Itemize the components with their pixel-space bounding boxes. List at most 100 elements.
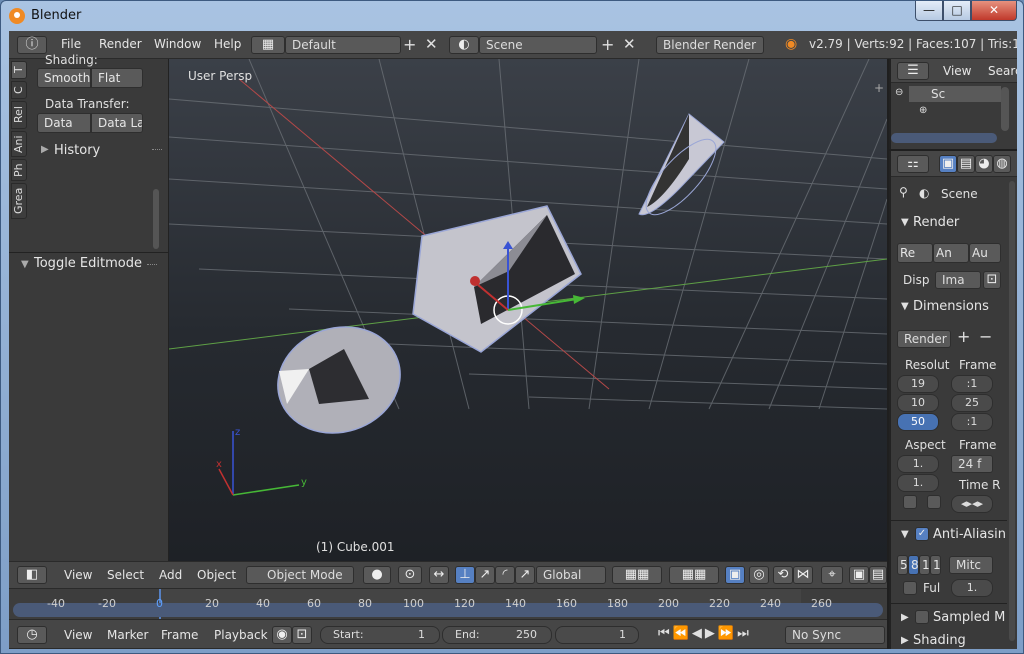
render-preset-select[interactable]: Render	[897, 330, 951, 348]
aa-filter-select[interactable]: Mitc	[949, 556, 993, 574]
aa-samples-8[interactable]: 8	[908, 555, 919, 575]
snap-icon[interactable]: ⟲	[773, 566, 793, 584]
menu-render[interactable]: Render	[99, 37, 142, 51]
editor-type-info-button[interactable]: ⓘ	[17, 36, 47, 54]
outliner-item-scene[interactable]: Sc	[909, 86, 1001, 102]
time-remap-fields[interactable]: ◂▸◂▸	[951, 495, 993, 513]
menu-object[interactable]: Object	[197, 568, 236, 582]
toggle-properties-icon[interactable]: +	[874, 81, 884, 95]
tab-create[interactable]: C	[11, 81, 27, 99]
aspect-y-field[interactable]: 1.	[897, 474, 939, 492]
menu-marker[interactable]: Marker	[107, 628, 148, 642]
scene-tab-icon[interactable]: ◕	[975, 155, 993, 173]
dimensions-panel-header[interactable]: Dimensions	[913, 299, 989, 314]
viewport-shading-icon[interactable]: ●	[363, 566, 391, 584]
tab-tools[interactable]: T	[11, 61, 27, 79]
sphere-object[interactable]	[264, 311, 414, 448]
outliner-menu-search[interactable]: Search	[988, 64, 1017, 78]
expand-icon[interactable]: ⊕	[919, 105, 927, 116]
snap-element-icon[interactable]: ⋈	[793, 566, 813, 584]
rotate-icon[interactable]: ↗	[475, 566, 495, 584]
sampled-motion-header[interactable]: Sampled M	[933, 610, 1005, 625]
layout-field[interactable]: Default	[285, 36, 401, 54]
aa-samples-11[interactable]: 1	[919, 555, 930, 575]
data-transfer-button[interactable]: Data	[37, 113, 91, 133]
outliner-hscrollbar[interactable]	[891, 133, 997, 143]
anti-aliasing-checkbox[interactable]: ✓	[915, 527, 929, 541]
sync-mode-select[interactable]: No Sync	[785, 626, 885, 644]
editor-type-outliner-button[interactable]: ☰	[897, 62, 929, 80]
animation-button[interactable]: An	[933, 243, 969, 263]
resolution-y-field[interactable]: 10	[897, 394, 939, 412]
outliner-menu-view[interactable]: View	[943, 64, 971, 78]
transform-icon[interactable]: ↗	[515, 566, 535, 584]
shading-panel-header[interactable]: Shading	[913, 633, 966, 648]
render-anim-icon[interactable]: ▤	[869, 566, 887, 584]
3d-viewport[interactable]: x y z User Persp (1) Cube.001 +	[169, 59, 887, 561]
end-frame-field[interactable]: End: 250	[442, 626, 552, 644]
start-frame-field[interactable]: Start: 1	[320, 626, 440, 644]
shading-panel-toggle-icon[interactable]: ▶	[901, 635, 909, 646]
menu-view[interactable]: View	[64, 568, 92, 582]
frame-start-field[interactable]: :1	[951, 375, 993, 393]
record-icon[interactable]: ◉	[272, 626, 292, 644]
outliner-scrollbar[interactable]	[1001, 87, 1009, 131]
screen-layout-icon[interactable]: ▦	[251, 36, 285, 54]
aa-samples-5[interactable]: 5	[897, 555, 908, 575]
aspect-x-field[interactable]: 1.	[897, 455, 939, 473]
editor-type-timeline-button[interactable]: ◷	[17, 626, 47, 644]
remove-layout-icon[interactable]: ✕	[425, 35, 438, 53]
panel-grip-icon[interactable]	[147, 264, 157, 266]
tab-physics[interactable]: Ph	[11, 159, 27, 181]
properties-scrollbar[interactable]	[1009, 181, 1015, 641]
dimensions-panel-toggle-icon[interactable]: ▼	[901, 301, 909, 312]
shade-flat-button[interactable]: Flat	[91, 68, 143, 88]
lock-camera-icon[interactable]: ▣	[725, 566, 745, 584]
render-button[interactable]: Re	[897, 243, 933, 263]
resolution-x-field[interactable]: 19	[897, 375, 939, 393]
close-button[interactable]: ✕	[971, 1, 1017, 21]
timeline-scrollbar[interactable]	[13, 603, 883, 617]
tab-relations[interactable]: Rel	[11, 101, 27, 129]
operator-expand-icon[interactable]: ▼	[21, 259, 29, 270]
snap-target-icon[interactable]: ⌖	[821, 566, 843, 584]
layers-grid-icon[interactable]: ▦▦	[669, 566, 719, 584]
menu-frame[interactable]: Frame	[161, 628, 198, 642]
audio-button[interactable]: Au	[969, 243, 1001, 263]
shade-smooth-button[interactable]: Smooth	[37, 68, 91, 88]
maximize-button[interactable]: □	[943, 1, 971, 21]
sampled-motion-checkbox[interactable]	[915, 610, 929, 624]
render-tab-icon[interactable]: ▣	[939, 155, 957, 173]
pivot-point-icon[interactable]: ⊙	[398, 566, 422, 584]
render-panel-header[interactable]: Render	[913, 215, 959, 230]
full-sample-checkbox[interactable]	[903, 581, 917, 595]
tab-animation[interactable]: Ani	[11, 131, 27, 157]
aa-panel-toggle-icon[interactable]: ▼	[901, 529, 909, 540]
last-operator-header[interactable]: Toggle Editmode	[34, 256, 142, 271]
scene-icon[interactable]: ◐	[449, 36, 479, 54]
cube-object[interactable]	[412, 205, 582, 353]
menu-playback[interactable]: Playback	[214, 628, 268, 642]
aa-samples-16[interactable]: 1	[930, 555, 941, 575]
border-checkbox[interactable]	[903, 495, 917, 509]
render-panel-toggle-icon[interactable]: ▼	[901, 217, 909, 228]
data-layout-button[interactable]: Data La	[91, 113, 143, 133]
menu-file[interactable]: File	[61, 37, 81, 51]
frame-step-field[interactable]: :1	[951, 413, 993, 431]
scale-icon[interactable]: ◜	[495, 566, 515, 584]
object-mode-select[interactable]: Object Mode	[246, 566, 354, 584]
timeline-area[interactable]: -40 -20 0 20 40 60 80 100 120 140 160 18…	[9, 589, 887, 619]
current-frame-field[interactable]: 1	[555, 626, 639, 644]
add-scene-icon[interactable]: +	[601, 35, 614, 54]
panel-grip-icon[interactable]	[152, 149, 162, 151]
anti-aliasing-header[interactable]: Anti-Aliasin	[933, 527, 1006, 542]
playback-controls-icon[interactable]: ⏮⏪◀▶⏩⏭	[658, 626, 752, 641]
tab-grease-pencil[interactable]: Grea	[11, 183, 27, 219]
gizmo-x-head[interactable]	[470, 276, 480, 286]
remove-scene-icon[interactable]: ✕	[623, 35, 636, 53]
render-still-icon[interactable]: ▣	[849, 566, 869, 584]
frame-end-field[interactable]: 25	[951, 394, 993, 412]
add-layout-icon[interactable]: +	[403, 35, 416, 54]
transform-orientation-select[interactable]: Global	[536, 566, 606, 584]
remove-preset-icon[interactable]: −	[979, 327, 992, 346]
